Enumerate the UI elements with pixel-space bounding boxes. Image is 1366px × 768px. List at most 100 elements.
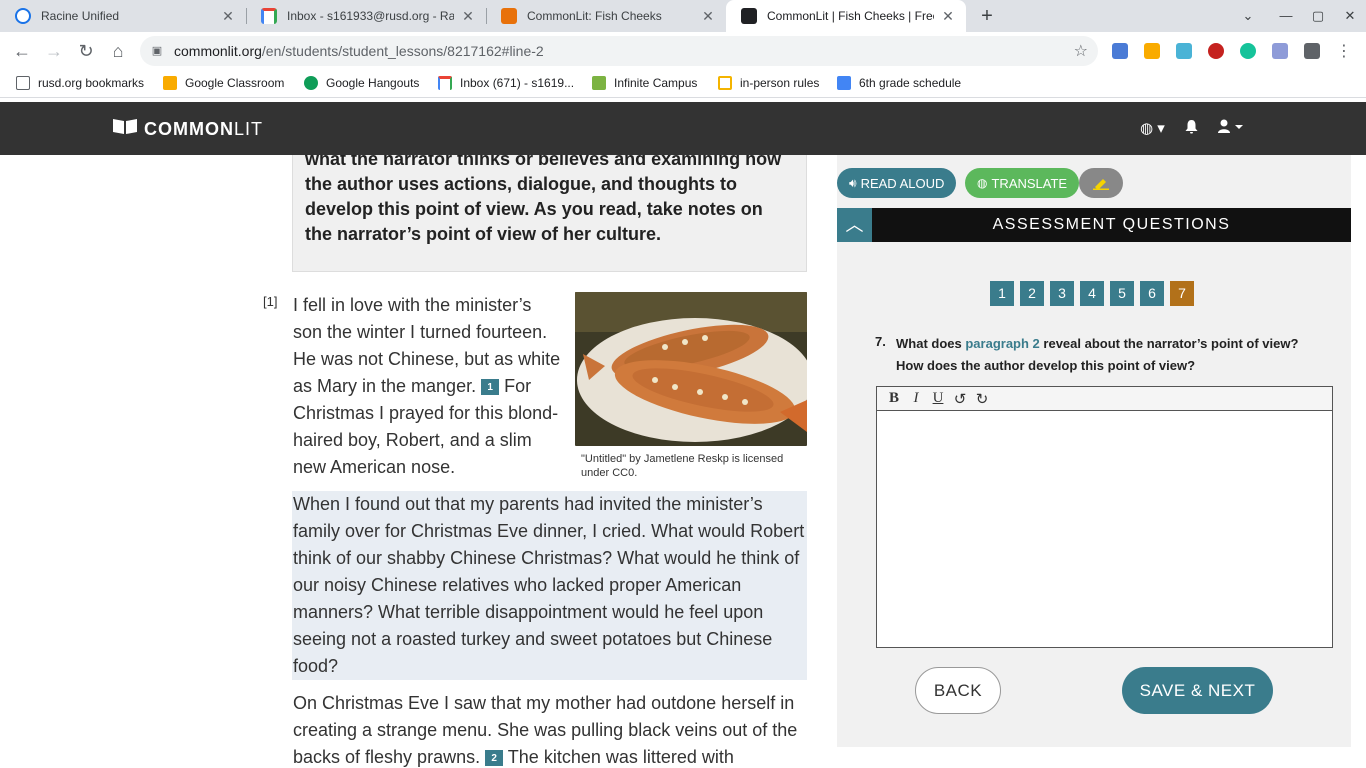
google-hangouts-icon (304, 76, 318, 90)
google-translate-extension-icon[interactable] (1112, 43, 1128, 59)
commonlit-orange-favicon-icon (501, 8, 517, 24)
fish-cheeks-photo (575, 292, 807, 446)
back-arrow-icon[interactable]: ← (10, 39, 34, 63)
question-number-7-current[interactable]: 7 (1170, 281, 1194, 306)
tab-title: Racine Unified (41, 9, 120, 23)
open-book-icon (112, 117, 138, 141)
bookmark-star-icon[interactable]: ☆ (1074, 41, 1088, 61)
user-account-icon[interactable] (1218, 119, 1244, 138)
bookmark-label: Infinite Campus (614, 76, 698, 90)
assessment-title-bar: ︿ ASSESSMENT QUESTIONS (837, 208, 1351, 242)
question-text: What does paragraph 2 reveal about the n… (896, 333, 1326, 377)
home-icon[interactable]: ⌂ (106, 39, 130, 63)
bookmark-infinite-campus[interactable]: Infinite Campus (592, 76, 697, 90)
footnote-1-marker[interactable]: 1 (481, 379, 500, 396)
record-extension-icon[interactable] (1208, 43, 1224, 59)
globe-icon: ◍ (977, 176, 988, 190)
question-text-pre: What does (896, 336, 962, 351)
translate-button[interactable]: ◍ TRANSLATE (965, 168, 1080, 198)
bold-icon[interactable]: B (883, 390, 905, 407)
notification-bell-icon[interactable] (1185, 119, 1198, 138)
tab-commonlit-fish-cheeks-active[interactable]: CommonLit | Fish Cheeks | Free ✕ (726, 0, 966, 32)
bookmark-rusd[interactable]: rusd.org bookmarks (16, 76, 144, 90)
slides-icon (718, 76, 732, 90)
tab-commonlit-fish-cheeks[interactable]: CommonLit: Fish Cheeks ✕ (486, 0, 726, 32)
close-icon[interactable]: ✕ (940, 8, 956, 25)
save-and-next-button[interactable]: SAVE & NEXT (1122, 667, 1273, 714)
undo-icon[interactable]: ↺ (949, 390, 971, 408)
question-number-3[interactable]: 3 (1050, 281, 1074, 306)
globe-language-icon[interactable]: ◍ ▾ (1140, 119, 1165, 137)
question-number-4[interactable]: 4 (1080, 281, 1104, 306)
underline-icon[interactable]: U (927, 390, 949, 407)
close-icon[interactable]: ✕ (700, 8, 716, 25)
maximize-icon[interactable]: ▢ (1302, 0, 1334, 32)
bookmark-6th-grade-schedule[interactable]: 6th grade schedule (837, 76, 961, 90)
reload-icon[interactable]: ↻ (74, 39, 98, 63)
logo-text-common: COMMON (144, 118, 234, 139)
gmail-favicon-icon (261, 8, 277, 24)
window-close-icon[interactable]: ✕ (1334, 0, 1366, 32)
highlighter-button[interactable] (1079, 168, 1123, 198)
cloud-extension-icon[interactable] (1176, 43, 1192, 59)
commonlit-logo[interactable]: COMMON LIT (112, 117, 263, 141)
read-aloud-button[interactable]: 🔊︎ READ ALOUD (837, 168, 957, 198)
discord-extension-icon[interactable] (1272, 43, 1288, 59)
fish-photo-image (575, 292, 807, 446)
question-navigation: 1 2 3 4 5 6 7 (990, 281, 1194, 306)
forward-arrow-icon[interactable]: → (42, 39, 66, 63)
question-number-5[interactable]: 5 (1110, 281, 1134, 306)
browser-menu-icon[interactable]: ⋮ (1336, 41, 1352, 61)
url-host: commonlit.org (174, 43, 262, 59)
tab-inbox[interactable]: Inbox - s161933@rusd.org - Raci ✕ (246, 0, 486, 32)
close-icon[interactable]: ✕ (220, 8, 236, 25)
bookmark-in-person-rules[interactable]: in-person rules (718, 76, 819, 90)
url-text: commonlit.org/en/students/student_lesson… (174, 43, 544, 59)
bookmark-label: rusd.org bookmarks (38, 76, 145, 90)
assessment-title: ASSESSMENT QUESTIONS (992, 216, 1231, 233)
paragraph-1: I fell in love with the minister’s son t… (293, 292, 565, 481)
google-classroom-extension-icon[interactable] (1144, 43, 1160, 59)
gmail-icon (438, 76, 452, 90)
question-number-1[interactable]: 1 (990, 281, 1014, 306)
paragraph-2-text: When I found out that my parents had inv… (293, 494, 805, 676)
footnote-2-marker[interactable]: 2 (485, 750, 504, 767)
back-button[interactable]: BACK (915, 667, 1001, 714)
redo-icon[interactable]: ↻ (971, 390, 993, 408)
italic-icon[interactable]: I (905, 390, 927, 407)
extensions-puzzle-icon[interactable] (1304, 43, 1320, 59)
highlighter-icon (1093, 179, 1109, 190)
bookmark-label: Inbox (671) - s1619... (460, 76, 575, 90)
editor-toolbar: B I U ↺ ↻ (877, 387, 1332, 411)
browser-tab-strip: Racine Unified ✕ Inbox - s161933@rusd.or… (0, 0, 1366, 32)
site-info-icon[interactable]: ▣ (150, 44, 164, 58)
paragraph-2-link[interactable]: paragraph 2 (965, 336, 1039, 351)
introduction-text: what the narrator thinks or believes and… (305, 149, 782, 244)
bookmark-google-hangouts[interactable]: Google Hangouts (304, 76, 419, 90)
close-icon[interactable]: ✕ (460, 8, 476, 25)
url-path: /en/students/student_lessons/8217162#lin… (261, 43, 544, 59)
question-number-2[interactable]: 2 (1020, 281, 1044, 306)
paragraph-3: On Christmas Eve I saw that my mother ha… (293, 690, 808, 768)
question-number-6[interactable]: 6 (1140, 281, 1164, 306)
tab-racine-unified[interactable]: Racine Unified ✕ (0, 0, 246, 32)
tab-search-icon[interactable]: ⌄ (1232, 0, 1264, 32)
collapse-chevron-up-icon[interactable]: ︿ (837, 208, 872, 242)
minimize-icon[interactable]: — (1270, 0, 1302, 32)
bookmark-inbox[interactable]: Inbox (671) - s1619... (438, 76, 574, 90)
grammarly-extension-icon[interactable] (1240, 43, 1256, 59)
new-tab-button[interactable]: + (975, 4, 999, 28)
tab-title: Inbox - s161933@rusd.org - Raci (287, 9, 454, 23)
tab-title: CommonLit | Fish Cheeks | Free (767, 9, 934, 23)
bookmark-google-classroom[interactable]: Google Classroom (163, 76, 284, 90)
address-bar[interactable]: ▣ commonlit.org/en/students/student_less… (140, 36, 1098, 66)
logo-text-lit: LIT (234, 118, 264, 139)
introduction-box: what the narrator thinks or believes and… (292, 140, 807, 272)
speaker-icon: 🔊︎ (849, 175, 857, 190)
answer-text-area[interactable] (877, 411, 1332, 647)
commonlit-book-favicon-icon (741, 8, 757, 24)
paragraph-number: [1] (263, 294, 278, 309)
tab-title: CommonLit: Fish Cheeks (527, 9, 662, 23)
question-label: 7. (875, 334, 886, 349)
commonlit-header: COMMON LIT ◍ ▾ (0, 102, 1366, 155)
